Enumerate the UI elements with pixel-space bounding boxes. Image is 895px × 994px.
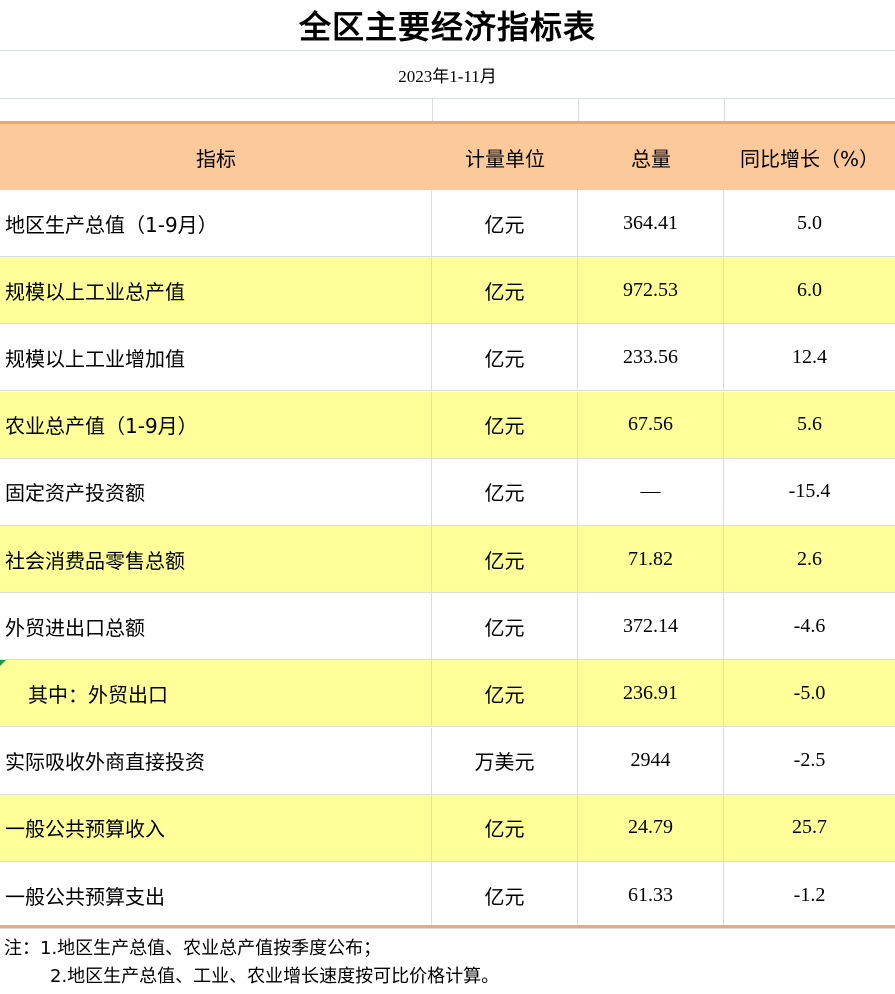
cell-growth[interactable]: 12.4	[724, 324, 895, 390]
cell-total[interactable]: 372.14	[578, 593, 724, 660]
table-row: 规模以上工业总产值 亿元 972.53 6.0	[0, 257, 895, 325]
cell-unit[interactable]: 亿元	[432, 593, 578, 660]
cell-unit[interactable]: 亿元	[432, 862, 578, 928]
footnote-2: 2.地区生产总值、工业、农业增长速度按可比价格计算。	[50, 966, 500, 987]
header-total: 总量	[631, 146, 671, 171]
table-row: 农业总产值（1-9月） 亿元 67.56 5.6	[0, 391, 895, 459]
cell-unit[interactable]: 亿元	[432, 526, 578, 592]
table-row: 规模以上工业增加值 亿元 233.56 12.4	[0, 324, 895, 392]
cell-marker-icon	[0, 660, 6, 667]
header-indicator: 指标	[196, 146, 236, 171]
cell-growth[interactable]: -4.6	[724, 593, 895, 659]
table-row: 固定资产投资额 亿元 — -15.4	[0, 458, 895, 526]
cell-unit[interactable]: 亿元	[432, 660, 578, 727]
table-row: 地区生产总值（1-9月） 亿元 364.41 5.0	[0, 190, 895, 257]
cell-total[interactable]: 67.56	[578, 391, 724, 458]
cell-total[interactable]: 364.41	[578, 190, 724, 256]
header-growth: 同比增长（%）	[739, 146, 879, 171]
grid-line	[432, 99, 433, 121]
table-row: 实际吸收外商直接投资 万美元 2944 -2.5	[0, 727, 895, 795]
cell-total[interactable]: 233.56	[578, 324, 724, 391]
cell-unit[interactable]: 亿元	[432, 458, 578, 525]
cell-unit[interactable]: 亿元	[432, 257, 578, 324]
cell-indicator[interactable]: 其中：外贸出口	[0, 660, 432, 727]
cell-indicator[interactable]: 一般公共预算收入	[0, 794, 432, 861]
cell-indicator[interactable]: 农业总产值（1-9月）	[0, 391, 432, 458]
cell-total[interactable]: —	[578, 458, 724, 525]
period-label: 2023年1-11月	[0, 51, 895, 99]
cell-indicator[interactable]: 规模以上工业总产值	[0, 257, 432, 324]
cell-growth[interactable]: 5.0	[724, 190, 895, 256]
cell-unit[interactable]: 亿元	[432, 391, 578, 458]
table-row: 社会消费品零售总额 亿元 71.82 2.6	[0, 526, 895, 593]
cell-indicator[interactable]: 地区生产总值（1-9月）	[0, 190, 432, 256]
cell-unit[interactable]: 亿元	[432, 190, 578, 256]
cell-growth[interactable]: -5.0	[724, 660, 895, 726]
cell-indicator[interactable]: 社会消费品零售总额	[0, 526, 432, 592]
cell-indicator[interactable]: 实际吸收外商直接投资	[0, 727, 432, 794]
grid-line	[578, 99, 579, 121]
footnotes: 注：1.地区生产总值、农业总产值按季度公布； 2.地区生产总值、工业、农业增长速…	[0, 925, 895, 994]
table-row: 外贸进出口总额 亿元 372.14 -4.6	[0, 593, 895, 661]
cell-growth[interactable]: -15.4	[724, 459, 895, 525]
cell-growth[interactable]: 6.0	[724, 257, 895, 323]
cell-unit[interactable]: 亿元	[432, 794, 578, 861]
cell-total[interactable]: 972.53	[578, 257, 724, 324]
cell-growth[interactable]: 25.7	[724, 795, 895, 861]
cell-unit[interactable]: 亿元	[432, 324, 578, 391]
cell-indicator[interactable]: 外贸进出口总额	[0, 593, 432, 660]
table-row: 其中：外贸出口 亿元 236.91 -5.0	[0, 660, 895, 728]
header-unit: 计量单位	[465, 146, 545, 171]
cell-growth[interactable]: 2.6	[724, 526, 895, 592]
header-row: 指标 计量单位 总量 同比增长（%）	[0, 121, 895, 190]
spreadsheet-table: 全区主要经济指标表 2023年1-11月 指标 计量单位 总量 同比增长（%） …	[0, 0, 895, 994]
cell-total[interactable]: 2944	[578, 727, 724, 794]
cell-total[interactable]: 61.33	[578, 862, 724, 928]
cell-unit[interactable]: 万美元	[432, 727, 578, 794]
table-row: 一般公共预算支出 亿元 61.33 -1.2	[0, 862, 895, 929]
cell-total[interactable]: 24.79	[578, 794, 724, 861]
grid-line	[724, 99, 725, 121]
cell-growth[interactable]: 5.6	[724, 392, 895, 458]
cell-indicator[interactable]: 一般公共预算支出	[0, 862, 432, 928]
cell-growth[interactable]: -2.5	[724, 728, 895, 794]
cell-total[interactable]: 71.82	[578, 526, 724, 592]
cell-total[interactable]: 236.91	[578, 660, 724, 727]
cell-indicator[interactable]: 规模以上工业增加值	[0, 324, 432, 391]
cell-growth[interactable]: -1.2	[724, 862, 895, 928]
cell-indicator[interactable]: 固定资产投资额	[0, 458, 432, 525]
table-title: 全区主要经济指标表	[0, 0, 895, 51]
footnote-1: 注：1.地区生产总值、农业总产值按季度公布；	[4, 938, 382, 959]
table-row: 一般公共预算收入 亿元 24.79 25.7	[0, 794, 895, 862]
spacer-row	[0, 99, 895, 121]
